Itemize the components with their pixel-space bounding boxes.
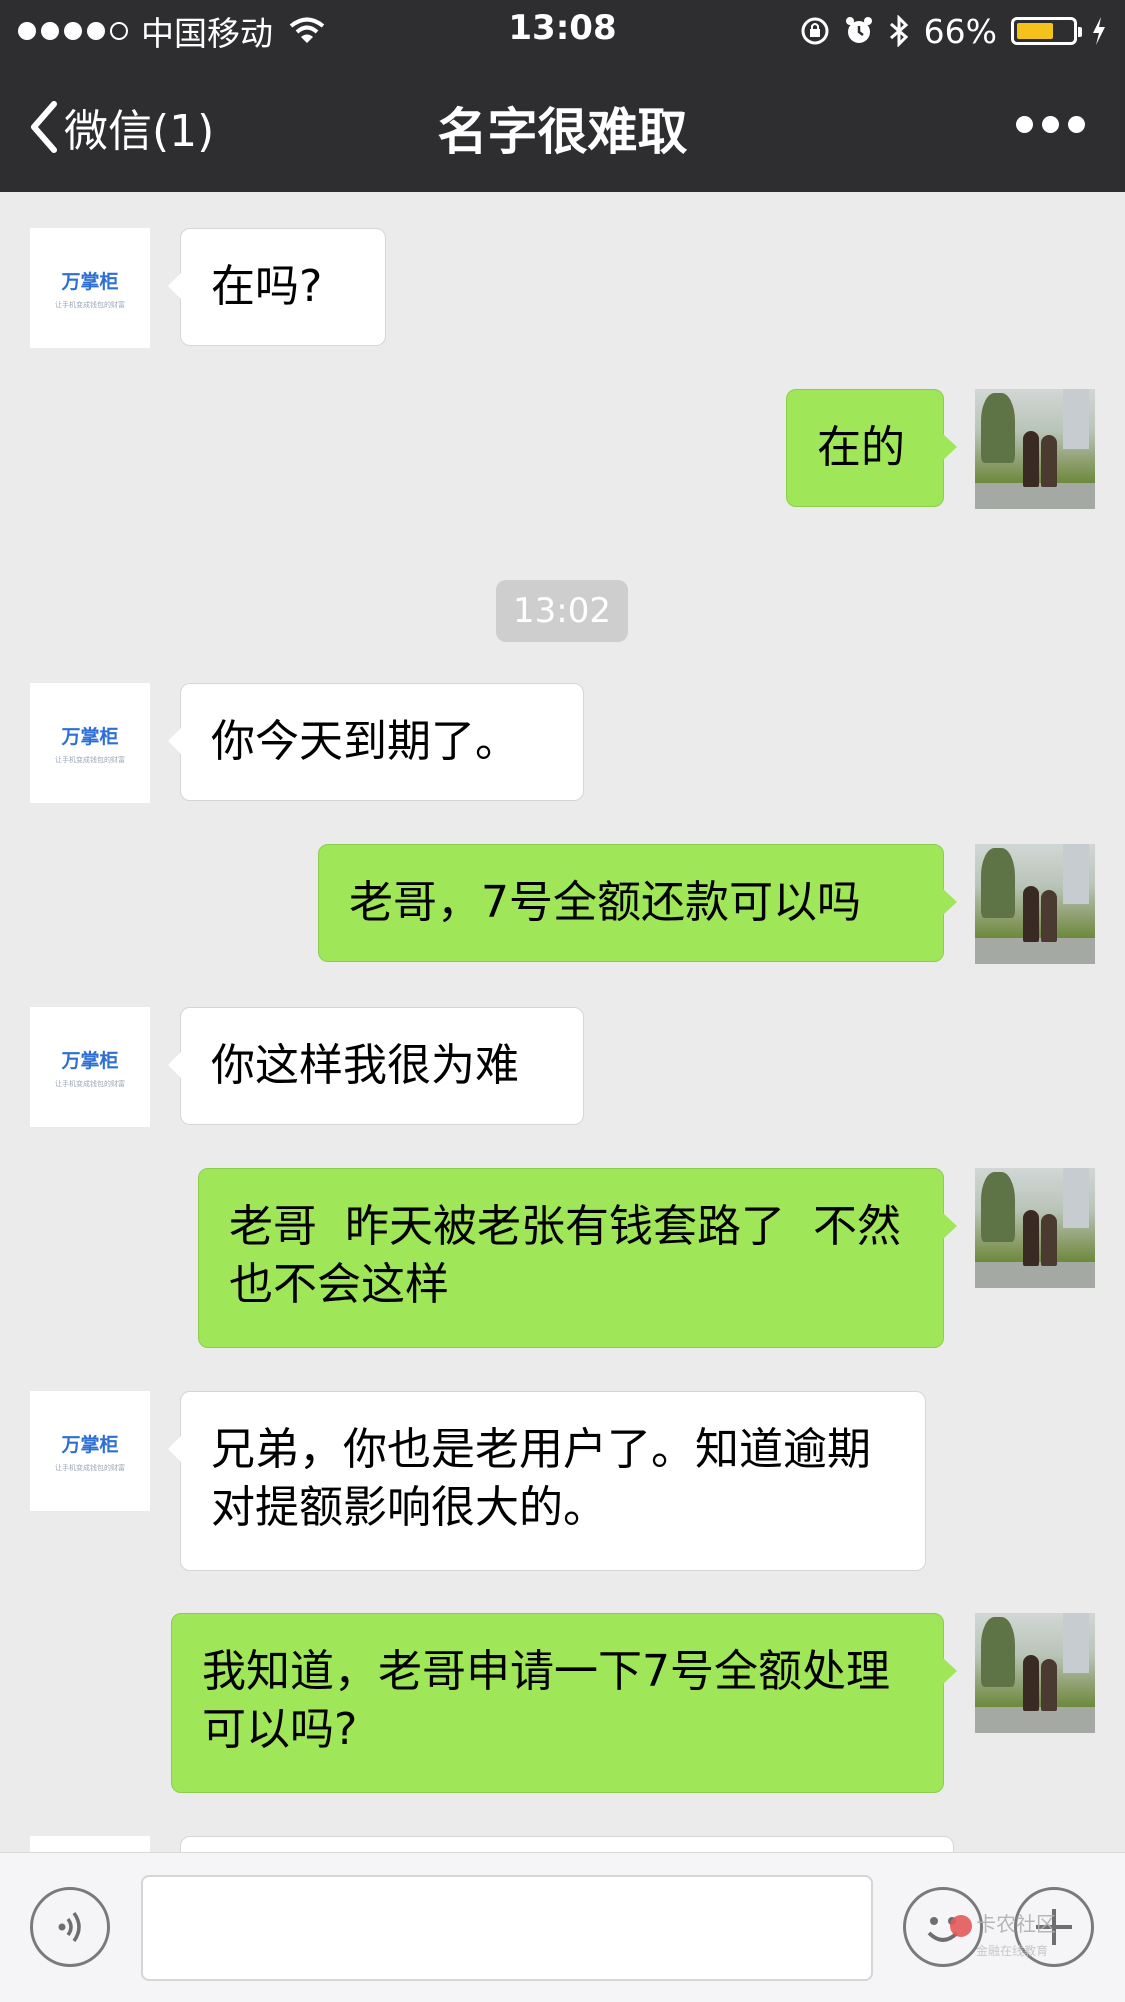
more-dot-icon xyxy=(1042,116,1059,133)
alarm-icon xyxy=(845,17,872,43)
message-bubble-sent[interactable]: 在的 xyxy=(786,389,957,507)
message-text: 老哥 昨天被老张有钱套路了 不然也不会这样 xyxy=(229,1201,901,1310)
message-bubble-sent[interactable]: 老哥 昨天被老张有钱套路了 不然也不会这样 xyxy=(198,1168,957,1348)
contact-avatar[interactable]: 万掌柜 让手机变成钱包的财富 xyxy=(30,228,150,348)
avatar-brand: 万掌柜 xyxy=(61,1049,119,1072)
message-text: 在吗? xyxy=(211,261,323,312)
my-avatar[interactable] xyxy=(975,1168,1095,1288)
rotation-lock-icon xyxy=(801,17,829,45)
message-bubble-received[interactable]: 你这样我很为难 xyxy=(168,1007,584,1125)
chat-title: 名字很难取 xyxy=(437,103,688,161)
more-dot-icon xyxy=(1016,116,1033,133)
message-input[interactable] xyxy=(141,1875,873,1981)
input-bar: 卡农社区 金融在线教育 xyxy=(0,1852,1125,2002)
my-avatar[interactable] xyxy=(975,1613,1095,1733)
watermark-subtitle: 金融在线教育 xyxy=(976,1943,1049,1958)
message-text: 在的 xyxy=(817,422,905,473)
charging-icon xyxy=(1093,17,1105,45)
contact-avatar[interactable]: 万掌柜 让手机变成钱包的财富 xyxy=(30,683,150,803)
contact-avatar[interactable]: 万掌柜 让手机变成钱包的财富 xyxy=(30,1007,150,1127)
avatar-brand: 万掌柜 xyxy=(61,270,119,293)
avatar-tagline: 让手机变成钱包的财富 xyxy=(55,755,125,764)
contact-avatar-partial[interactable] xyxy=(30,1836,150,1852)
avatar-tagline: 让手机变成钱包的财富 xyxy=(55,1079,125,1088)
message-text: 你这样我很为难 xyxy=(211,1040,519,1091)
contact-avatar[interactable]: 万掌柜 让手机变成钱包的财富 xyxy=(30,1391,150,1511)
voice-icon xyxy=(58,1911,81,1943)
avatar-brand: 万掌柜 xyxy=(61,725,119,748)
status-right: 66% xyxy=(800,10,1107,52)
chat-header: 微信(1) 名字很难取 xyxy=(0,62,1125,192)
more-dot-icon xyxy=(1068,116,1085,133)
my-avatar[interactable] xyxy=(975,844,1095,964)
message-bubble-partial[interactable] xyxy=(180,1836,954,1852)
avatar-tagline: 让手机变成钱包的财富 xyxy=(55,1463,125,1472)
message-bubble-sent[interactable]: 我知道，老哥申请一下7号全额处理可以吗? xyxy=(171,1613,957,1793)
message-bubble-sent[interactable]: 老哥，7号全额还款可以吗 xyxy=(318,844,957,962)
battery-fill xyxy=(1017,23,1053,39)
watermark: 卡农社区 金融在线教育 xyxy=(950,1913,1070,1973)
battery-icon xyxy=(1011,17,1082,45)
message-bubble-received[interactable]: 你今天到期了。 xyxy=(168,683,584,801)
watermark-title: 卡农社区 xyxy=(976,1912,1056,1936)
voice-input-button[interactable] xyxy=(30,1887,110,1967)
message-text: 你今天到期了。 xyxy=(211,716,519,767)
message-text: 老哥，7号全额还款可以吗 xyxy=(349,877,861,928)
battery-percent: 66% xyxy=(923,11,997,51)
watermark-logo xyxy=(950,1914,972,1937)
avatar-tagline: 让手机变成钱包的财富 xyxy=(55,300,125,309)
status-bar: 中国移动 13:08 66% xyxy=(0,0,1125,62)
message-list[interactable]: 万掌柜 让手机变成钱包的财富 在吗? 在的 13:02 万掌柜 让手机变成钱包的… xyxy=(0,192,1125,1852)
timestamp-separator: 13:02 xyxy=(496,580,628,642)
message-text: 我知道，老哥申请一下7号全额处理可以吗? xyxy=(202,1646,890,1755)
message-bubble-received[interactable]: 在吗? xyxy=(168,228,386,346)
my-avatar[interactable] xyxy=(975,389,1095,509)
avatar-brand: 万掌柜 xyxy=(61,1433,119,1456)
bluetooth-icon xyxy=(889,15,908,47)
message-bubble-received[interactable]: 兄弟，你也是老用户了。知道逾期对提额影响很大的。 xyxy=(168,1391,926,1571)
message-text: 兄弟，你也是老用户了。知道逾期对提额影响很大的。 xyxy=(211,1424,871,1533)
more-options-button[interactable] xyxy=(1016,116,1085,133)
